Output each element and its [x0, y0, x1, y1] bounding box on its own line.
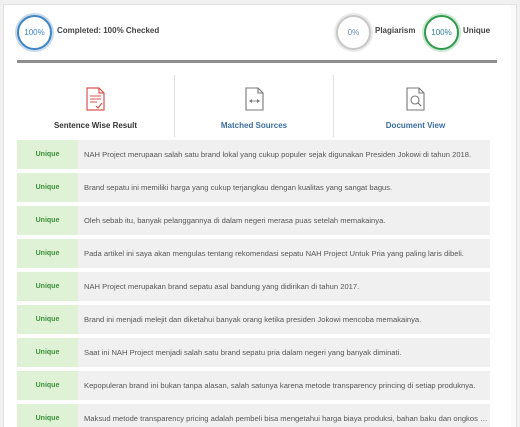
- sentence-text: NAH Project merupakan brand sepatu asal …: [84, 282, 360, 291]
- completed-label: Completed: 100% Checked: [57, 26, 160, 35]
- sentence-text: Brand ini menjadi melejit dan diketahui …: [84, 315, 422, 324]
- tab-label: Matched Sources: [220, 121, 288, 130]
- list-item[interactable]: Unique NAH Project merupaan salah satu b…: [17, 140, 490, 169]
- sentence-text: NAH Project merupaan salah satu brand lo…: [84, 150, 472, 159]
- completed-percent: 100%: [24, 28, 45, 37]
- status-badge: Unique: [17, 140, 78, 169]
- tab-label: Sentence Wise Result: [53, 121, 138, 130]
- status-badge: Unique: [17, 371, 78, 400]
- status-badge: Unique: [17, 338, 78, 367]
- completed-progress-ring: 100%: [17, 15, 52, 50]
- list-item[interactable]: Unique Kepopuleran brand ini bukan tanpa…: [17, 371, 490, 400]
- status-badge: Unique: [17, 239, 78, 268]
- tab-sentence-wise-result[interactable]: Sentence Wise Result: [17, 75, 174, 137]
- tab-matched-sources[interactable]: Matched Sources: [175, 75, 333, 137]
- unique-label: Unique: [463, 26, 491, 35]
- tab-document-view[interactable]: Document View: [334, 75, 497, 137]
- scrollbar[interactable]: [511, 5, 516, 427]
- plagiarism-report-panel: 100% Completed: 100% Checked 0% Plagiari…: [3, 4, 517, 427]
- result-tabs: Sentence Wise Result Matched Sources Doc…: [17, 75, 497, 137]
- unique-ring: 100%: [424, 15, 459, 50]
- list-item[interactable]: Unique Maksud metode transparency pricin…: [17, 404, 490, 427]
- list-item[interactable]: Unique Saat ini NAH Project menjadi sala…: [17, 338, 490, 367]
- search-document-icon: [406, 87, 425, 111]
- sentence-text: Kepopuleran brand ini bukan tanpa alasan…: [84, 381, 476, 390]
- sentence-text: Maksud metode transparency pricing adala…: [84, 414, 489, 423]
- sentence-text: Saat ini NAH Project menjadi salah satu …: [84, 348, 402, 357]
- plagiarism-ring: 0%: [336, 15, 371, 50]
- plagiarism-label: Plagiarism: [375, 26, 416, 35]
- list-item[interactable]: Unique Brand ini menjadi melejit dan dik…: [17, 305, 490, 334]
- status-badge: Unique: [17, 305, 78, 334]
- sentence-text: Pada artikel ini saya akan mengulas tent…: [84, 249, 464, 258]
- status-badge: Unique: [17, 173, 78, 202]
- list-item[interactable]: Unique Pada artikel ini saya akan mengul…: [17, 239, 490, 268]
- status-badge: Unique: [17, 404, 78, 427]
- checklist-document-icon: [86, 87, 105, 111]
- tab-label: Document View: [385, 121, 446, 130]
- sentence-text: Oleh sebab itu, banyak pelanggannya di d…: [84, 216, 386, 225]
- summary-bar: 100% Completed: 100% Checked 0% Plagiari…: [4, 5, 516, 61]
- status-badge: Unique: [17, 272, 78, 301]
- status-badge: Unique: [17, 206, 78, 235]
- unique-percent: 100%: [431, 28, 452, 37]
- list-item[interactable]: Unique Brand sepatu ini memiliki harga y…: [17, 173, 490, 202]
- plagiarism-percent: 0%: [347, 28, 360, 37]
- list-item[interactable]: Unique NAH Project merupakan brand sepat…: [17, 272, 490, 301]
- sentence-text: Brand sepatu ini memiliki harga yang cuk…: [84, 183, 393, 192]
- summary-divider: [17, 60, 497, 63]
- compare-document-icon: [245, 87, 264, 111]
- list-item[interactable]: Unique Oleh sebab itu, banyak pelanggann…: [17, 206, 490, 235]
